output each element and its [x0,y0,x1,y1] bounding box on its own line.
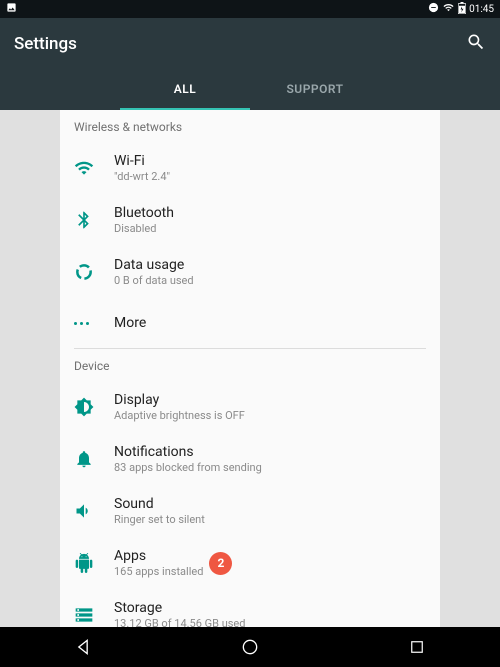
page-title: Settings [14,34,77,54]
item-title: Storage [114,600,426,616]
item-sub: Adaptive brightness is OFF [114,409,426,422]
tabs: All Support [0,70,500,110]
item-title: Apps [114,548,203,564]
navigation-bar [0,627,500,667]
battery-status-icon [458,2,466,17]
overview-button[interactable] [377,627,457,667]
list-item-apps[interactable]: Apps 165 apps installed 2 [60,537,440,589]
display-icon [74,397,114,417]
data-usage-icon [74,262,114,282]
wifi-icon [74,158,114,178]
list-item-storage[interactable]: Storage 13.12 GB of 14.56 GB used [60,589,440,627]
item-sub: 13.12 GB of 14.56 GB used [114,617,426,627]
tab-all[interactable]: All [120,70,250,110]
list-item-notifications[interactable]: Notifications 83 apps blocked from sendi… [60,433,440,485]
status-bar: 01:45 [0,0,500,18]
item-sub: Ringer set to silent [114,513,426,526]
list-item-display[interactable]: Display Adaptive brightness is OFF [60,381,440,433]
item-title: Display [114,392,426,408]
item-sub: Disabled [114,222,426,235]
list-item-wifi[interactable]: Wi-Fi "dd-wrt 2.4" [60,142,440,194]
section-wireless: Wireless & networks [60,110,440,142]
more-icon [74,322,114,325]
sound-icon [74,501,114,521]
item-title: Bluetooth [114,205,426,221]
item-sub: 83 apps blocked from sending [114,461,426,474]
bluetooth-icon [74,210,114,230]
app-bar: Settings All Support [0,18,500,110]
list-item-bluetooth[interactable]: Bluetooth Disabled [60,194,440,246]
settings-list[interactable]: Wireless & networks Wi-Fi "dd-wrt 2.4" B… [60,110,440,627]
list-item-data-usage[interactable]: Data usage 0 B of data used [60,246,440,298]
item-title: Sound [114,496,426,512]
apps-icon [74,553,114,573]
apps-badge: 2 [209,552,232,575]
wifi-status-icon [442,2,455,16]
settings-list-wrap: Wireless & networks Wi-Fi "dd-wrt 2.4" B… [0,110,500,627]
tab-support[interactable]: Support [250,70,380,110]
image-icon [6,2,17,16]
item-title: Wi-Fi [114,153,426,169]
section-device: Device [60,349,440,381]
storage-icon [74,605,114,625]
list-item-sound[interactable]: Sound Ringer set to silent [60,485,440,537]
home-button[interactable] [210,627,290,667]
list-item-more[interactable]: More [60,298,440,348]
item-title: More [114,315,426,331]
search-icon[interactable] [466,32,486,56]
item-sub: 0 B of data used [114,274,426,287]
notifications-icon [74,449,114,469]
status-time: 01:45 [469,4,494,15]
item-title: Notifications [114,444,426,460]
back-button[interactable] [43,627,123,667]
dnd-icon [428,2,439,16]
item-sub: 165 apps installed [114,565,203,578]
item-sub: "dd-wrt 2.4" [114,170,426,183]
item-title: Data usage [114,257,426,273]
